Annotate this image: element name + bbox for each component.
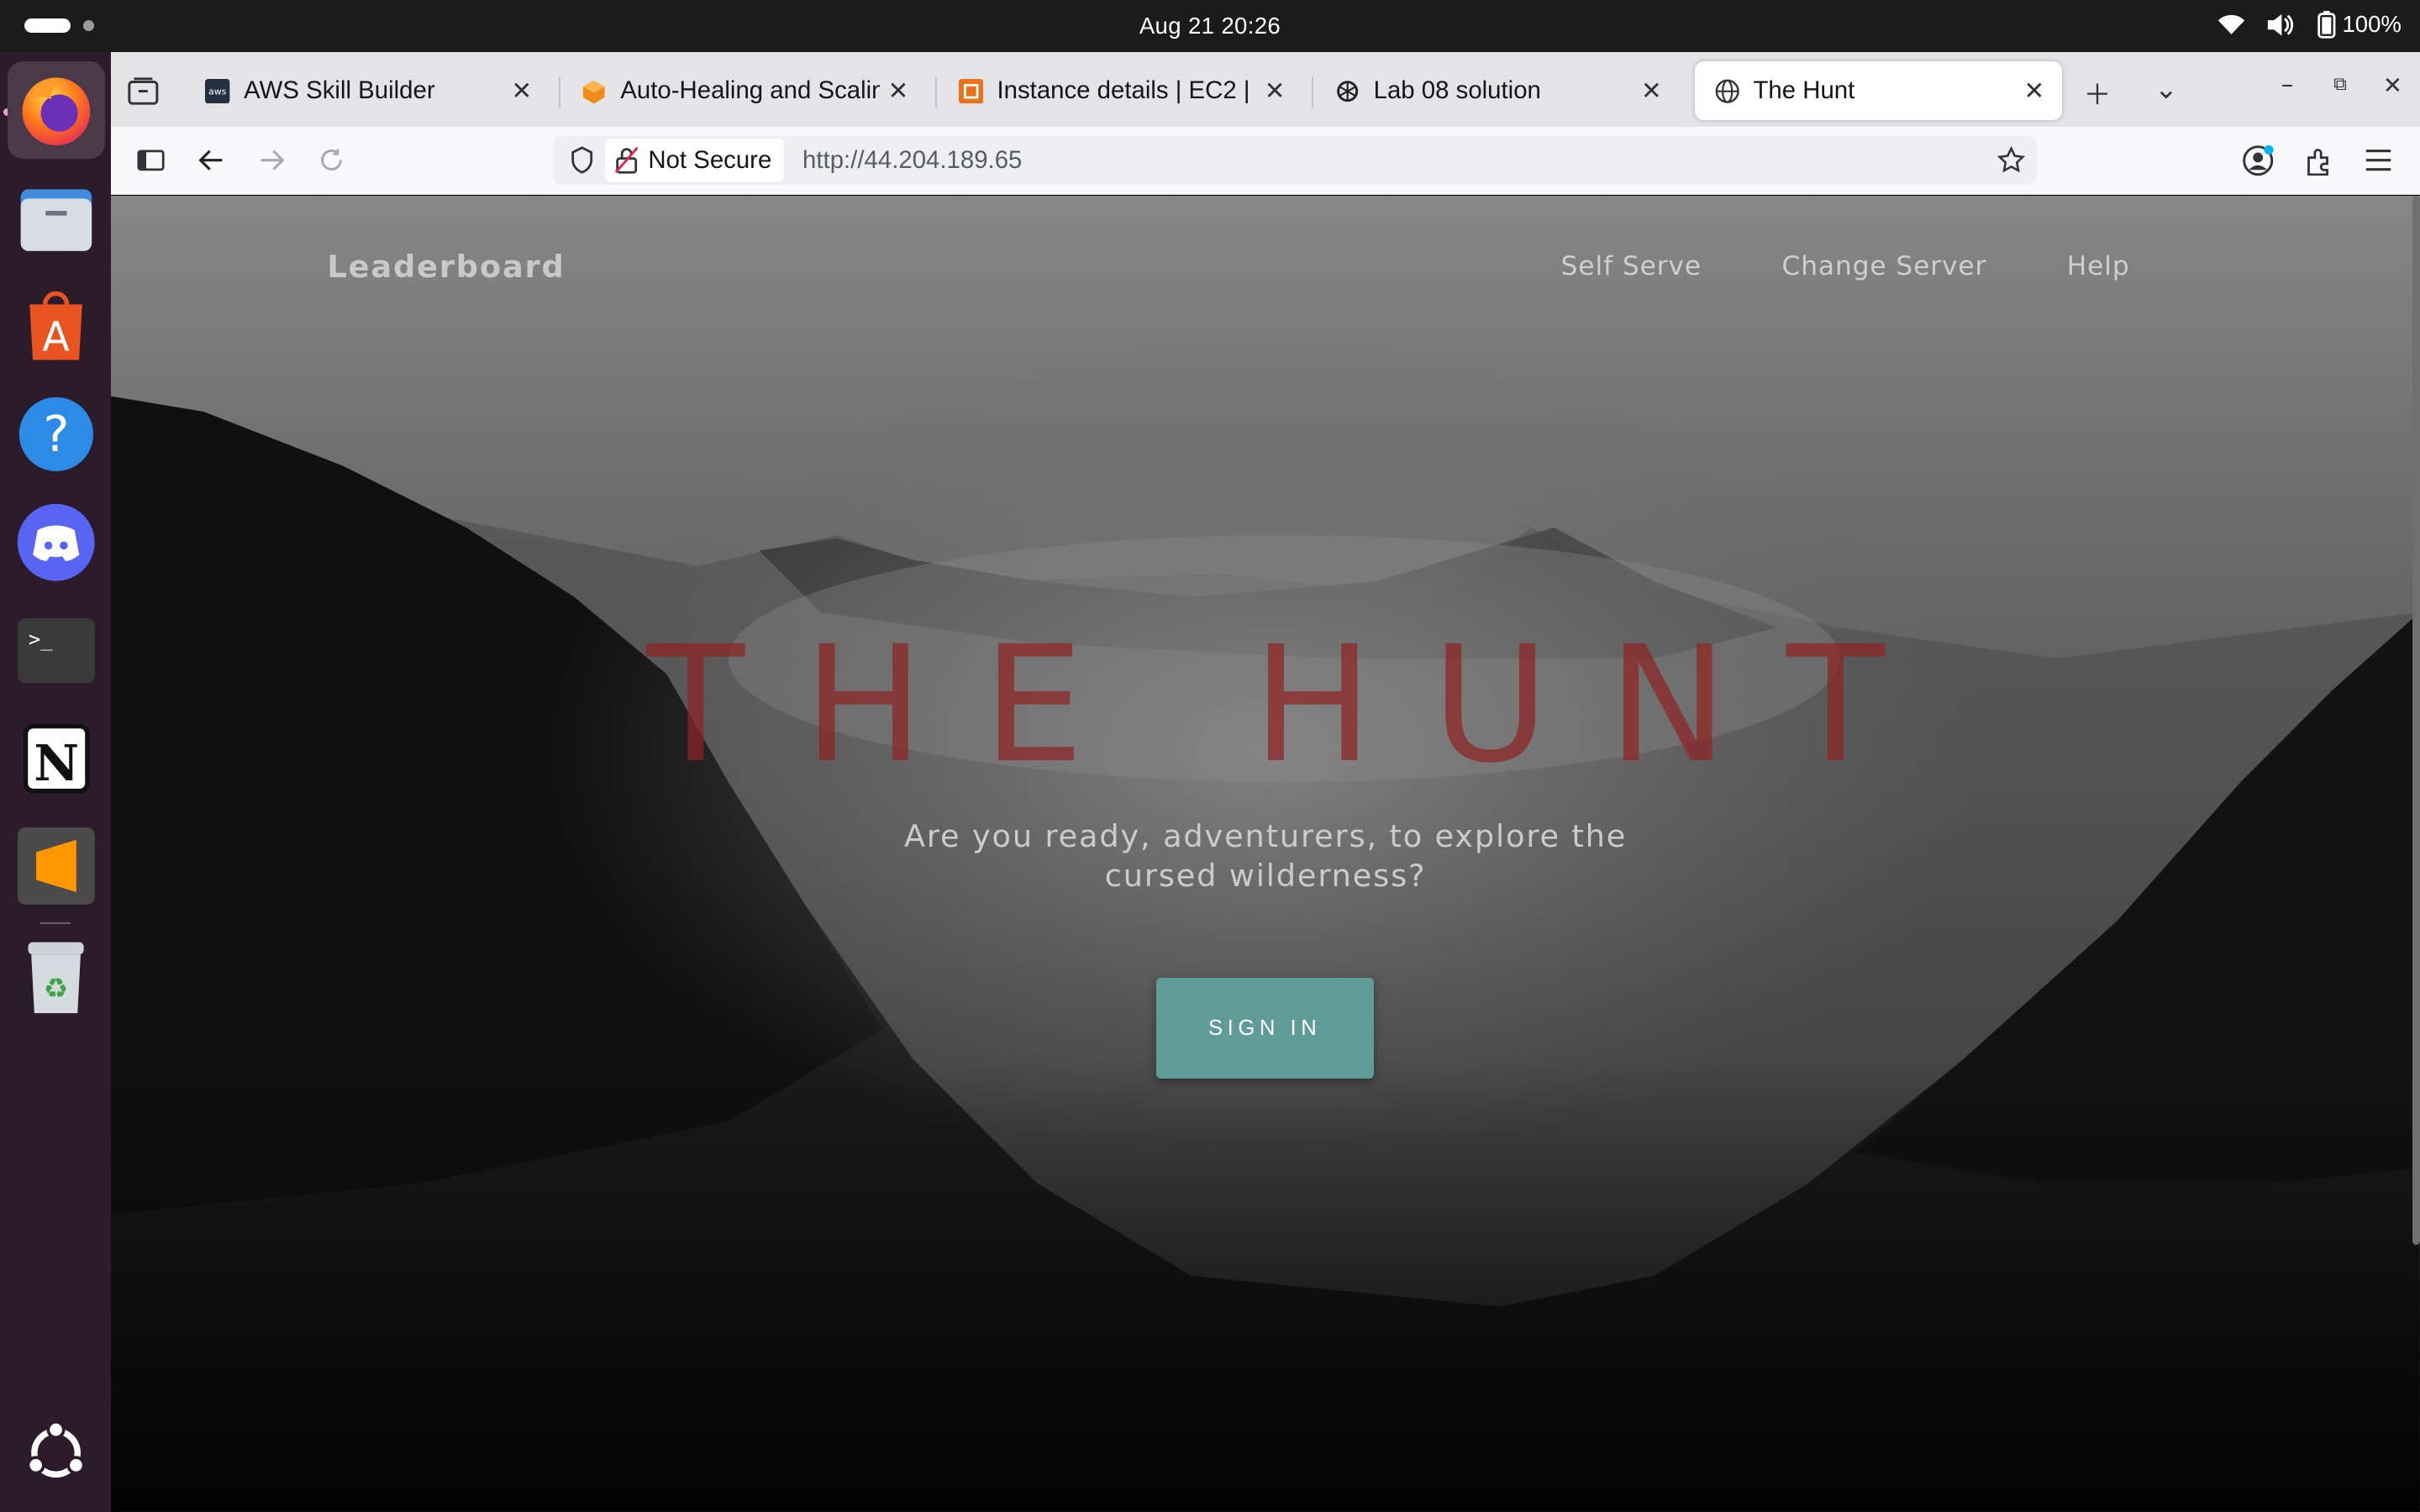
tab-close-icon[interactable]: ✕ <box>1633 76 1670 106</box>
clock[interactable]: Aug 21 20:26 <box>0 13 2420 39</box>
discord-icon[interactable] <box>8 494 105 591</box>
minimize-icon[interactable]: – <box>2281 70 2294 98</box>
tab-separator <box>558 76 560 108</box>
bookmark-star-icon[interactable] <box>1994 144 2028 177</box>
window-close-icon[interactable]: ✕ <box>2383 72 2402 99</box>
globe-icon <box>1713 77 1741 105</box>
change-server-link[interactable]: Change Server <box>1782 251 1987 281</box>
tab-lab-08-solution[interactable]: Lab 08 solution ✕ <box>1315 61 1679 120</box>
site-navbar: Leaderboard Self Serve Change Server Hel… <box>111 196 2420 350</box>
list-tabs-chevron-icon[interactable]: ⌄ <box>2154 72 2178 105</box>
self-serve-link[interactable]: Self Serve <box>1561 251 1702 281</box>
url-text[interactable]: http://44.204.189.65 <box>802 146 1022 175</box>
volume-icon <box>2266 13 2294 37</box>
page-scrollbar[interactable] <box>2412 196 2420 1246</box>
help-link[interactable]: Help <box>2067 251 2130 281</box>
tab-title: Auto-Healing and Scaling <box>620 76 880 105</box>
reload-icon[interactable] <box>315 144 349 177</box>
firefox-window: aws AWS Skill Builder ✕ Auto-Healing and… <box>111 52 2420 1512</box>
aws-icon: aws <box>203 77 231 105</box>
leaderboard-link[interactable]: Leaderboard <box>327 249 565 285</box>
system-tray[interactable]: 100% <box>2217 10 2402 39</box>
tab-close-icon[interactable]: ✕ <box>503 76 540 106</box>
svg-text:N: N <box>34 733 79 791</box>
firefox-view-icon[interactable] <box>127 74 160 108</box>
tab-close-icon[interactable]: ✕ <box>1256 76 1293 106</box>
tab-auto-healing[interactable]: Auto-Healing and Scaling ✕ <box>562 61 926 120</box>
tab-title: Instance details | EC2 | us- <box>997 76 1256 105</box>
tab-separator <box>1312 76 1313 108</box>
openai-icon <box>1334 77 1361 105</box>
tab-the-hunt[interactable]: The Hunt ✕ <box>1694 61 2062 121</box>
tab-separator <box>935 76 937 108</box>
tab-instance-details[interactable]: Instance details | EC2 | us- ✕ <box>939 61 1302 120</box>
sign-in-button[interactable]: SIGN IN <box>1155 978 1374 1079</box>
battery-percentage: 100% <box>2342 11 2402 38</box>
cube-icon <box>581 77 608 105</box>
firefox-icon[interactable] <box>8 61 105 160</box>
notion-icon[interactable]: N <box>8 710 105 807</box>
dock-separator <box>39 922 71 925</box>
app-center-icon[interactable]: A <box>8 278 105 375</box>
tab-close-icon[interactable]: ✕ <box>880 76 917 106</box>
url-bar[interactable]: Not Secure http://44.204.189.65 <box>552 135 2038 186</box>
battery-indicator: 100% <box>2316 10 2402 39</box>
site-nav-links: Self Serve Change Server Help <box>1561 251 2130 281</box>
svg-text:aws: aws <box>208 86 227 97</box>
hamburger-menu-icon[interactable] <box>2361 144 2395 177</box>
dock: A ? >_ N ♻ <box>0 52 112 1512</box>
sublime-icon[interactable] <box>8 817 105 915</box>
files-icon[interactable] <box>8 170 105 267</box>
account-icon[interactable] <box>2241 144 2275 177</box>
navigation-toolbar: Not Secure http://44.204.189.65 <box>111 126 2420 196</box>
ec2-icon <box>957 77 985 105</box>
help-icon[interactable]: ? <box>8 386 105 483</box>
web-page: Leaderboard Self Serve Change Server Hel… <box>111 196 2420 1512</box>
hero-subtitle: Are you ready, adventurers, to explore t… <box>903 817 1628 895</box>
new-tab-icon[interactable]: ＋ <box>2084 72 2112 113</box>
svg-text:♻: ♻ <box>44 971 69 1004</box>
svg-text:?: ? <box>43 405 69 463</box>
restore-icon[interactable]: ⧉ <box>2333 74 2347 95</box>
tab-close-icon[interactable]: ✕ <box>2016 76 2053 106</box>
hero-title: THE HUNT <box>646 612 1944 800</box>
tab-title: Lab 08 solution <box>1373 76 1541 105</box>
svg-text:A: A <box>43 315 71 361</box>
shield-icon[interactable] <box>565 144 598 177</box>
not-secure-label: Not Secure <box>648 145 772 174</box>
wifi-icon <box>2217 14 2245 36</box>
trash-icon[interactable]: ♻ <box>8 929 105 1026</box>
svg-text:>_: >_ <box>29 627 53 651</box>
battery-icon <box>2317 10 2336 39</box>
tab-title: The Hunt <box>1753 76 1855 105</box>
tab-aws-skill-builder[interactable]: aws AWS Skill Builder ✕ <box>185 61 549 120</box>
not-secure-indicator[interactable]: Not Secure <box>604 139 784 182</box>
broken-lock-icon <box>614 147 639 175</box>
sidebar-toggle-icon[interactable] <box>134 144 168 177</box>
extensions-icon[interactable] <box>2302 144 2336 177</box>
tab-title: AWS Skill Builder <box>244 76 435 105</box>
ubuntu-apps-icon[interactable] <box>8 1404 105 1501</box>
back-arrow-icon[interactable] <box>194 144 228 177</box>
terminal-icon[interactable]: >_ <box>8 601 105 699</box>
system-top-bar: Aug 21 20:26 100% <box>0 0 2420 53</box>
forward-arrow-icon[interactable] <box>255 144 288 177</box>
tab-bar: aws AWS Skill Builder ✕ Auto-Healing and… <box>111 52 2420 127</box>
